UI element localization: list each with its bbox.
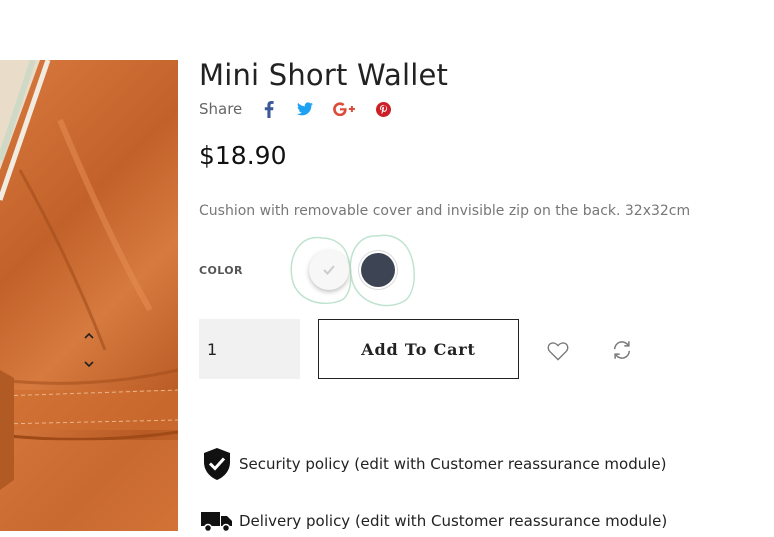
quantity-stepper [199,319,300,379]
google-plus-icon[interactable] [332,100,356,118]
color-swatch-white[interactable] [309,250,349,290]
quantity-increase-button[interactable] [80,326,98,344]
heart-icon [547,342,569,361]
reassurance-delivery: Delivery policy (edit with Customer reas… [201,505,667,537]
chevron-up-icon [84,332,94,339]
product-image [0,60,178,531]
shield-check-icon [201,448,233,480]
quantity-decrease-button[interactable] [80,355,98,373]
product-price: $18.90 [199,141,287,170]
quantity-input[interactable] [199,319,271,379]
share-bar: Share [199,100,410,118]
add-to-cart-button[interactable]: Add To Cart [318,319,519,379]
reassurance-security: Security policy (edit with Customer reas… [201,448,667,480]
chevron-down-icon [84,360,94,367]
facebook-icon[interactable] [260,100,278,118]
product-title: Mini Short Wallet [199,58,449,92]
truck-icon [201,505,233,537]
compare-button[interactable] [609,337,635,363]
wishlist-button[interactable] [545,338,571,364]
reassurance-text: Delivery policy (edit with Customer reas… [239,512,668,530]
reassurance-text: Security policy (edit with Customer reas… [239,455,667,473]
product-description: Cushion with removable cover and invisib… [199,203,691,219]
color-label: COLOR [199,264,243,277]
twitter-icon[interactable] [296,100,314,118]
share-label: Share [199,100,243,118]
refresh-icon [613,341,631,359]
checkmark-icon [323,265,335,275]
color-swatch-dark[interactable] [361,253,395,287]
pinterest-icon[interactable] [374,100,392,118]
selection-scribble [290,234,415,307]
